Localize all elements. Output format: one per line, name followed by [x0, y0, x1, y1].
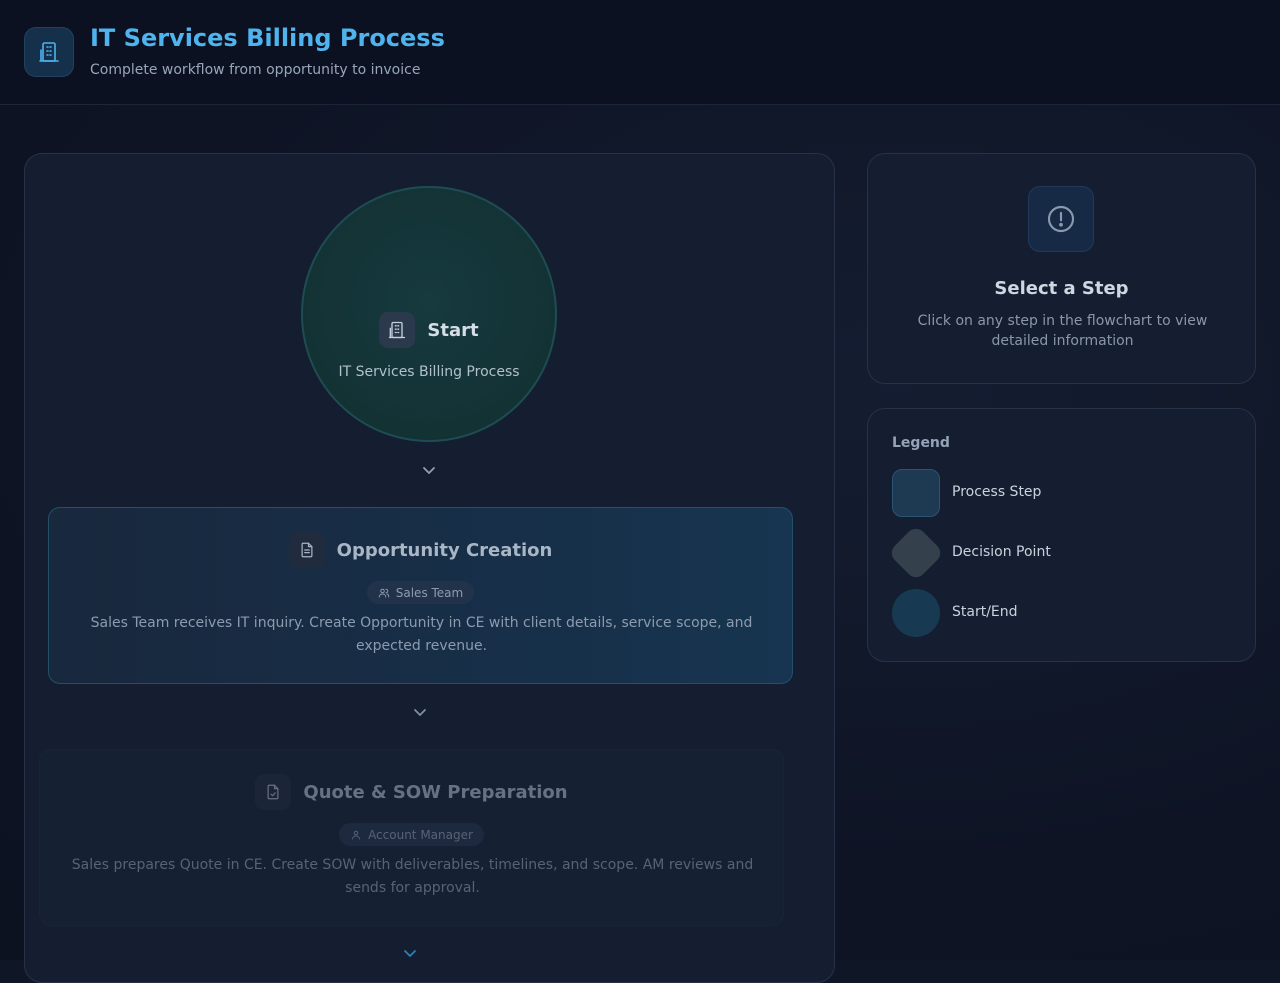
step-card-header: Opportunity Creation	[49, 532, 792, 568]
building-icon	[379, 312, 416, 348]
page-subtitle: Complete workflow from opportunity to in…	[90, 62, 421, 78]
step-description: Sales Team receives IT inquiry. Create O…	[90, 615, 753, 654]
role-badge-label: Sales Team	[395, 585, 464, 600]
process-step-swatch	[892, 469, 940, 517]
users-icon	[378, 588, 389, 597]
user-icon	[352, 830, 361, 839]
page-title: IT Services Billing Process	[90, 24, 445, 52]
chevron-down-icon	[414, 709, 426, 716]
role-badge: Account Manager	[339, 823, 484, 846]
role-badge-wrap: Sales Team	[49, 581, 792, 604]
legend-label: Decision Point	[952, 544, 1051, 560]
legend-item-start-end: Start/End	[892, 589, 1222, 637]
alert-circle-icon	[1028, 186, 1094, 252]
start-node-title: Start	[427, 319, 479, 341]
start-node-subtitle: IT Services Billing Process	[338, 364, 520, 380]
legend-panel: Legend Process Step Decision Point Start…	[867, 408, 1256, 662]
start-end-swatch	[892, 589, 940, 637]
legend-item-process-step: Process Step	[892, 469, 1222, 517]
step-title: Opportunity Creation	[336, 539, 553, 561]
legend-item-decision-point: Decision Point	[887, 524, 1222, 582]
role-badge: Sales Team	[366, 581, 475, 604]
legend-label: Process Step	[952, 484, 1042, 500]
app-header: IT Services Billing Process Complete wor…	[0, 0, 1280, 105]
document-icon	[288, 532, 325, 568]
details-title: Select a Step	[994, 278, 1129, 299]
start-node[interactable]: Start IT Services Billing Process	[301, 186, 557, 442]
step-card-opportunity-creation[interactable]: Opportunity Creation Sales Team Sales Te…	[48, 507, 793, 684]
step-details-panel: Select a Step Click on any step in the f…	[867, 153, 1256, 384]
step-title: Quote & SOW Preparation	[303, 781, 568, 803]
role-badge-wrap: Account Manager	[40, 823, 783, 846]
step-card-header: Quote & SOW Preparation	[40, 774, 783, 810]
flowchart-panel: Start IT Services Billing Process Opport…	[24, 153, 835, 983]
legend-title: Legend	[892, 435, 950, 451]
chevron-down-icon	[404, 950, 416, 957]
details-text: Click on any step in the flowchart to vi…	[917, 313, 1208, 349]
step-description: Sales prepares Quote in CE. Create SOW w…	[71, 857, 754, 896]
step-card-quote-sow-preparation[interactable]: Quote & SOW Preparation Account Manager …	[39, 749, 784, 926]
decision-point-swatch	[887, 524, 945, 582]
building-icon	[24, 27, 74, 77]
file-check-icon	[255, 774, 292, 810]
start-node-header: Start	[303, 312, 555, 348]
legend-label: Start/End	[952, 604, 1018, 620]
role-badge-label: Account Manager	[368, 827, 473, 842]
chevron-down-icon	[423, 467, 435, 474]
